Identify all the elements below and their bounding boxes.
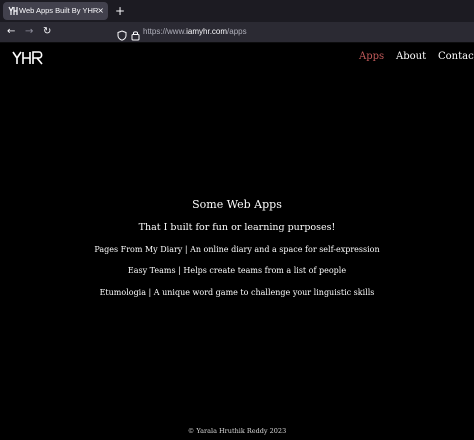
close-tab-icon[interactable]: × <box>97 5 104 17</box>
page-content: Apps About Contact Some Web Apps That I … <box>0 43 474 440</box>
nav-link-apps[interactable]: Apps <box>359 50 384 64</box>
site-favicon-icon <box>8 6 18 16</box>
browser-tab-bar: Web Apps Built By YHR × + <box>0 0 474 22</box>
app-link-etumologia[interactable]: Etumologia | A unique word game to chall… <box>0 287 474 299</box>
app-link-easy-teams[interactable]: Easy Teams | Helps create teams from a l… <box>0 265 474 277</box>
footer-copyright: © Yarala Hruthik Reddy 2023 <box>187 427 287 435</box>
new-tab-button[interactable]: + <box>115 3 125 19</box>
browser-tab[interactable]: Web Apps Built By YHR × <box>3 2 108 20</box>
page-subheading: That I built for fun or learning purpose… <box>138 222 336 233</box>
reload-button[interactable]: ↻ <box>43 25 51 39</box>
tab-title: Web Apps Built By YHR <box>19 6 99 15</box>
forward-button[interactable]: → <box>25 25 33 39</box>
app-link-pages-from-my-diary[interactable]: Pages From My Diary | An online diary an… <box>0 244 474 256</box>
site-logo[interactable] <box>12 50 44 65</box>
address-bar-url[interactable]: https://www.iamyhr.com/apps <box>143 25 247 39</box>
nav-link-about[interactable]: About <box>396 50 426 64</box>
browser-nav-bar: ← → ↻ https://www.iamyhr.com/apps <box>0 22 474 43</box>
yhr-logo-icon <box>12 51 43 65</box>
back-button[interactable]: ← <box>7 25 15 39</box>
page-heading: Some Web Apps <box>192 198 282 211</box>
url-path: /apps <box>227 27 247 36</box>
url-domain: iamyhr.com <box>186 27 228 36</box>
nav-link-contact[interactable]: Contact <box>438 50 474 64</box>
